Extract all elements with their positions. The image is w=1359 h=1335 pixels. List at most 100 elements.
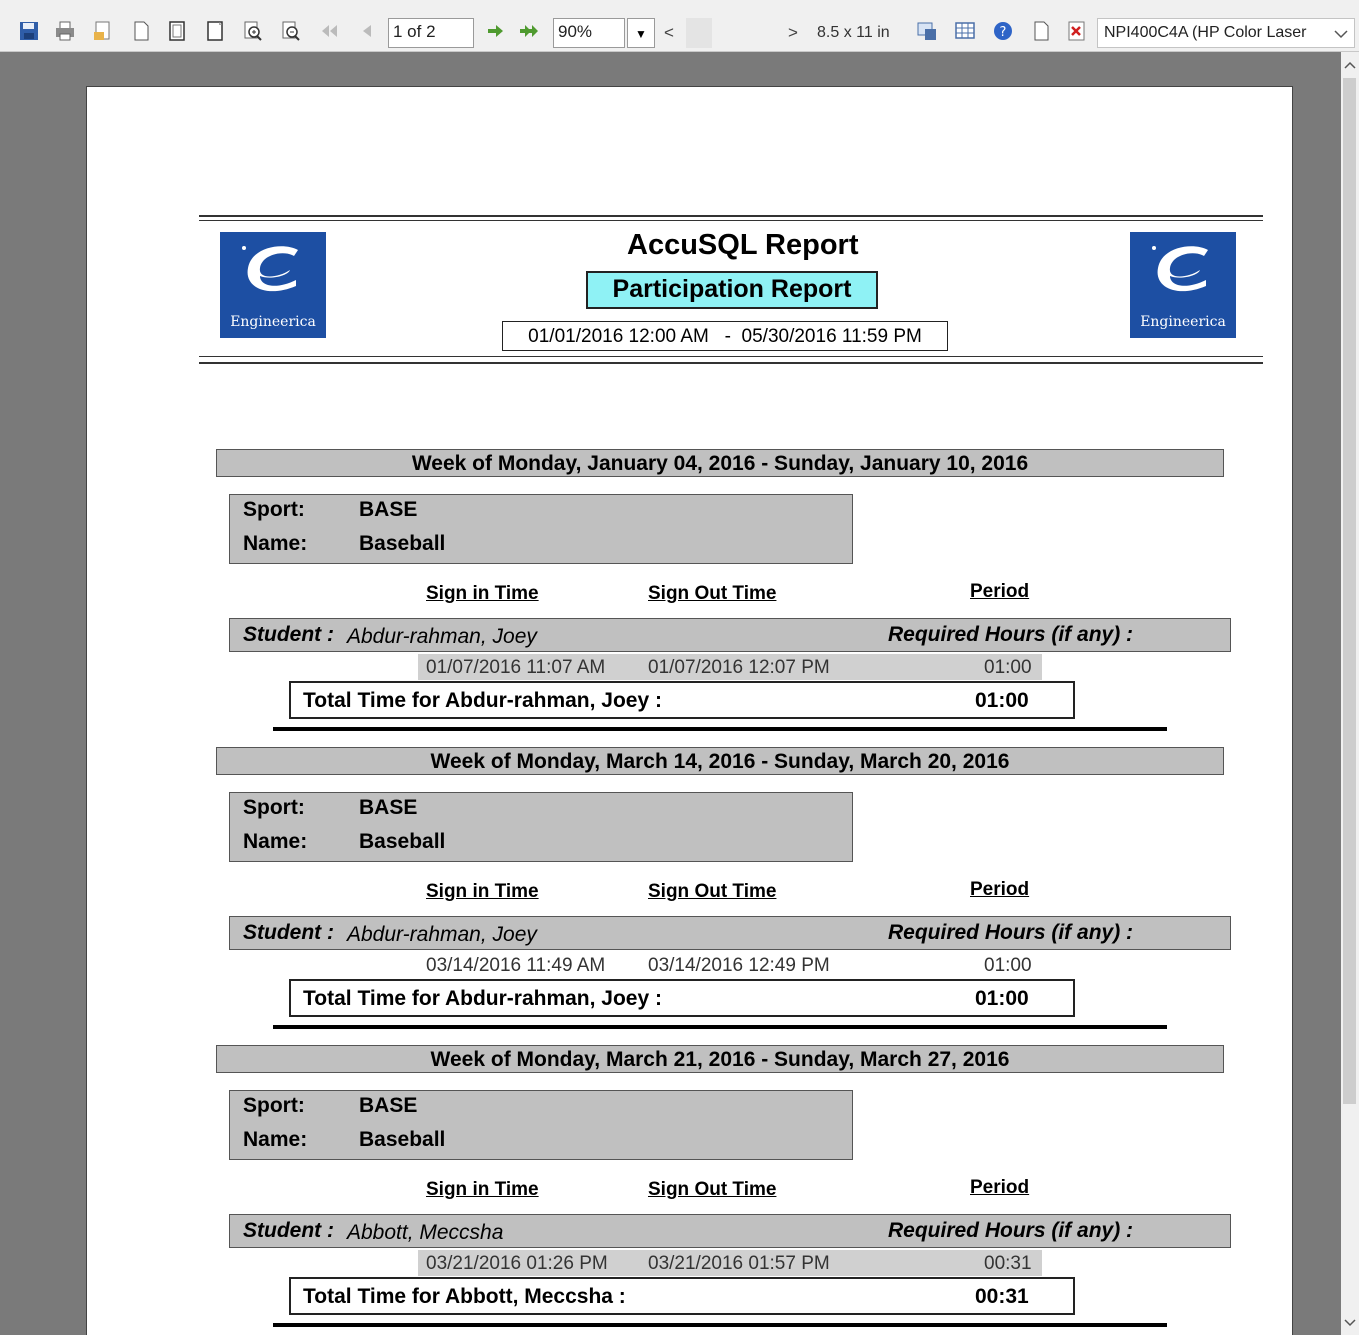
sign-in-value: 03/21/2016 01:26 PM (426, 1253, 608, 1274)
period-header: Period (970, 581, 1030, 602)
last-page-icon[interactable] (518, 20, 540, 42)
sport-value: BASE (359, 796, 418, 819)
required-hours-label: Required Hours (if any) : (888, 921, 1134, 944)
sign-out-value: 01/07/2016 12:07 PM (648, 657, 830, 678)
name-label: Name: (243, 1128, 308, 1151)
first-page-icon[interactable] (318, 20, 340, 42)
logo-text: Engineerica (1140, 314, 1226, 330)
name-value: Baseball (359, 532, 446, 555)
sign-out-header: Sign Out Time (648, 881, 777, 902)
paper-size-label: 8.5 x 11 in (817, 24, 890, 41)
sport-box: Sport: BASE Name: Baseball (229, 792, 853, 862)
header-rule-top (199, 215, 1263, 217)
required-hours-label: Required Hours (if any) : (888, 1219, 1134, 1242)
vertical-scrollbar[interactable] (1341, 52, 1359, 1335)
required-hours-label: Required Hours (if any) : (888, 623, 1134, 646)
section-divider (273, 1025, 1167, 1029)
engineerica-logo-right: Engineerica (1130, 232, 1236, 338)
scroll-thumb[interactable] (686, 18, 712, 48)
sport-value: BASE (359, 498, 418, 521)
logo-text: Engineerica (230, 314, 316, 330)
scroll-right-icon[interactable]: > (788, 23, 798, 43)
table-icon[interactable] (954, 20, 976, 42)
svg-text:?: ? (1000, 25, 1007, 40)
total-time-box: Total Time for Abdur-rahman, Joey : 01:0… (289, 681, 1075, 719)
document-icon[interactable] (1030, 20, 1052, 42)
sport-value: BASE (359, 1094, 418, 1117)
week-header: Week of Monday, March 14, 2016 - Sunday,… (216, 747, 1224, 775)
zoom-in-icon[interactable] (242, 20, 264, 42)
sport-label: Sport: (243, 1094, 305, 1117)
scroll-down-icon[interactable] (1344, 1318, 1356, 1328)
sign-in-header: Sign in Time (426, 881, 539, 902)
print-icon[interactable] (54, 20, 76, 42)
sport-box: Sport: BASE Name: Baseball (229, 1090, 853, 1160)
printer-select-value: NPI400C4A (HP Color Laser (1104, 24, 1307, 41)
report-viewer-area: Engineerica Engineerica AccuSQL Report P… (0, 52, 1341, 1335)
save-icon[interactable] (18, 20, 40, 42)
zoom-dropdown-button[interactable]: ▼ (627, 18, 655, 48)
engineerica-e-icon (242, 246, 298, 292)
report-subtitle: Participation Report (586, 271, 878, 309)
period-header: Period (970, 879, 1030, 900)
total-time-value: 00:31 (975, 1285, 1029, 1308)
name-value: Baseball (359, 1128, 446, 1151)
previous-page-icon[interactable] (356, 20, 378, 42)
student-name: Abdur-rahman, Joey (347, 625, 537, 648)
report-page: Engineerica Engineerica AccuSQL Report P… (86, 86, 1293, 1335)
student-label: Student : (243, 623, 334, 646)
report-title: AccuSQL Report (627, 229, 859, 261)
zoom-combo[interactable]: 90% (553, 18, 625, 48)
total-time-value: 01:00 (975, 689, 1029, 712)
printer-select[interactable]: NPI400C4A (HP Color Laser (1097, 18, 1355, 48)
total-time-label: Total Time for Abdur-rahman, Joey : (303, 987, 662, 1010)
chevron-down-icon: ▼ (635, 27, 647, 41)
header-rule-bottom (199, 362, 1263, 364)
session-row: 01/07/2016 11:07 AM 01/07/2016 12:07 PM … (418, 654, 1042, 680)
next-page-icon[interactable] (484, 20, 506, 42)
student-name: Abdur-rahman, Joey (347, 923, 537, 946)
page-view-icon[interactable] (204, 20, 226, 42)
engineerica-e-icon (1152, 246, 1208, 292)
page-icon[interactable] (166, 20, 188, 42)
page-number-input[interactable]: 1 of 2 (388, 18, 474, 48)
report-date-range: 01/01/2016 12:00 AM - 05/30/2016 11:59 P… (502, 321, 948, 351)
student-label: Student : (243, 1219, 334, 1242)
student-name: Abbott, Meccsha (347, 1221, 504, 1244)
header-rule-bottom-thin (199, 356, 1263, 357)
sign-out-value: 03/14/2016 12:49 PM (648, 955, 830, 976)
period-value: 00:31 (984, 1253, 1032, 1274)
student-row: Student : Abbott, Meccsha Required Hours… (229, 1214, 1231, 1248)
period-header: Period (970, 1177, 1030, 1198)
total-time-box: Total Time for Abbott, Meccsha : 00:31 (289, 1277, 1075, 1315)
single-page-icon[interactable] (130, 20, 152, 42)
sport-label: Sport: (243, 498, 305, 521)
period-value: 01:00 (984, 955, 1032, 976)
total-time-value: 01:00 (975, 987, 1029, 1010)
sign-in-value: 03/14/2016 11:49 AM (426, 955, 606, 976)
scroll-left-icon[interactable]: < (664, 23, 674, 43)
sign-in-header: Sign in Time (426, 1179, 539, 1200)
scroll-thumb[interactable] (1343, 78, 1356, 1104)
horizontal-scroll-control[interactable]: < > (662, 18, 802, 48)
export-icon[interactable] (916, 20, 938, 42)
sign-out-header: Sign Out Time (648, 583, 777, 604)
engineerica-logo-left: Engineerica (220, 232, 326, 338)
zoom-out-icon[interactable] (280, 20, 302, 42)
name-label: Name: (243, 532, 308, 555)
close-report-icon[interactable] (1066, 20, 1088, 42)
sport-box: Sport: BASE Name: Baseball (229, 494, 853, 564)
session-row: 03/21/2016 01:26 PM 03/21/2016 01:57 PM … (418, 1250, 1042, 1276)
page-setup-icon[interactable] (92, 20, 114, 42)
help-icon[interactable]: ? (992, 20, 1014, 42)
period-value: 01:00 (984, 657, 1032, 678)
chevron-down-icon (1334, 30, 1348, 39)
student-row: Student : Abdur-rahman, Joey Required Ho… (229, 618, 1231, 652)
section-divider (273, 727, 1167, 731)
scroll-up-icon[interactable] (1344, 60, 1356, 70)
student-label: Student : (243, 921, 334, 944)
week-header: Week of Monday, January 04, 2016 - Sunda… (216, 449, 1224, 477)
session-row: 03/14/2016 11:49 AM 03/14/2016 12:49 PM … (418, 952, 1042, 978)
sport-label: Sport: (243, 796, 305, 819)
total-time-label: Total Time for Abdur-rahman, Joey : (303, 689, 662, 712)
